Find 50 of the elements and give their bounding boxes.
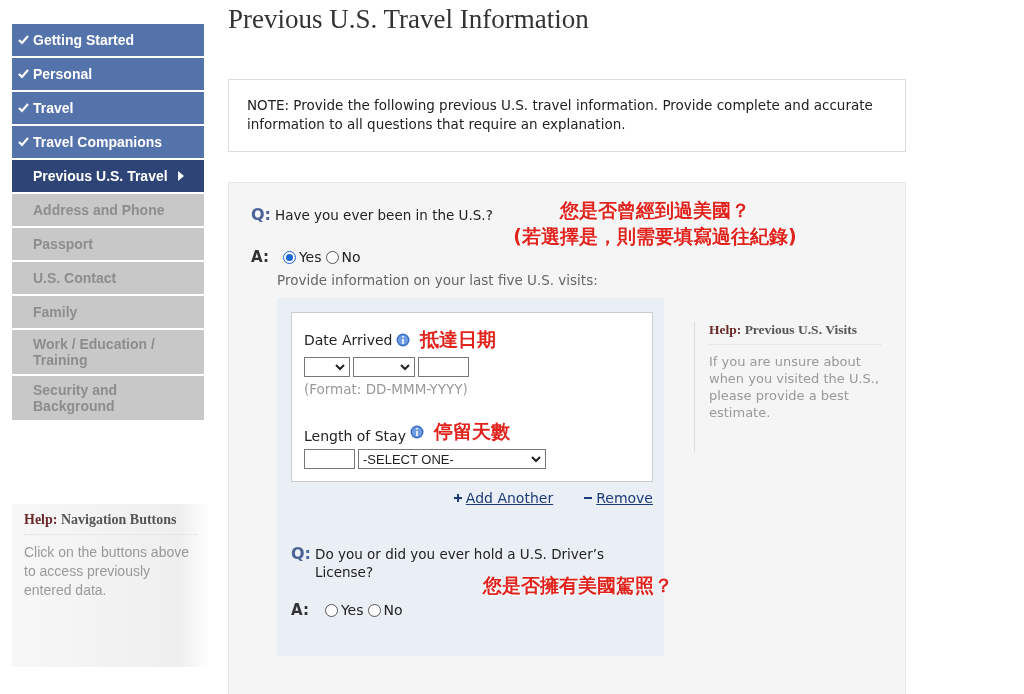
option-label: No: [341, 249, 361, 265]
answer-label: A:: [251, 248, 269, 266]
checkmark-icon: [18, 69, 29, 79]
instruction-text: Provide information on your last five U.S. visits:: [277, 272, 599, 288]
option-label: Yes: [298, 249, 322, 265]
month-dropdown[interactable]: [353, 357, 415, 377]
plus-icon: [452, 493, 463, 503]
nav-button[interactable]: Travel Companions: [12, 126, 204, 158]
format-hint: (Format: DD-MMM-YYYY): [304, 381, 469, 397]
nav-button[interactable]: Personal: [12, 58, 204, 90]
nav-button[interactable]: Previous U.S. Travel: [12, 160, 204, 192]
nav-button[interactable]: Getting Started: [12, 24, 204, 56]
question-label: Q:: [291, 544, 311, 563]
field-label: Length of Stay: [304, 428, 406, 444]
radio-button[interactable]: [325, 250, 339, 264]
page-title: Previous U.S. Travel Information: [228, 4, 590, 36]
field-label: Date Arrived: [304, 332, 393, 348]
info-icon[interactable]: [396, 333, 411, 347]
help-text: Click on the buttons above to access previously entered data.: [24, 543, 189, 600]
option-label: Yes: [340, 602, 364, 618]
info-icon[interactable]: [409, 425, 424, 439]
answer-label: A:: [291, 601, 309, 619]
checkmark-icon: [18, 137, 29, 147]
year-input[interactable]: [418, 357, 469, 377]
action-link[interactable]: Add Another: [465, 490, 554, 506]
action-link[interactable]: Remove: [596, 490, 653, 506]
annotation-text: (若選擇是，則需要填寫過往紀錄): [513, 224, 797, 249]
help-title: Help: Navigation Buttons: [24, 512, 198, 535]
unit-dropdown[interactable]: -SELECT ONE-: [358, 449, 546, 469]
annotation-text: 您是否曾經到過美國？: [560, 198, 750, 223]
arrow-icon: [177, 171, 184, 181]
checkmark-icon: [18, 103, 29, 113]
annotation-text: 抵達日期: [420, 327, 497, 352]
help-text: If you are unsure about when you visited the U.S., please provide a best estimate.: [709, 353, 881, 421]
radio-button[interactable]: [282, 250, 296, 264]
caret-icon: [400, 363, 410, 371]
note-text: NOTE: Provide the following previous U.S. travel information. Provide complete and accurate information to all questions that require an explanation.: [228, 79, 906, 152]
nav-button[interactable]: Travel: [12, 92, 204, 124]
question-label: Q:: [251, 205, 271, 224]
caret-icon: [531, 455, 541, 463]
day-dropdown[interactable]: [304, 357, 350, 377]
length-input[interactable]: [304, 449, 355, 469]
caret-icon: [335, 363, 345, 371]
radio-button[interactable]: [324, 603, 338, 617]
radio-button[interactable]: [367, 603, 381, 617]
question-text: Have you ever been in the U.S.?: [275, 207, 493, 223]
checkmark-icon: [18, 35, 29, 45]
help-title: Help: Previous U.S. Visits: [709, 322, 881, 345]
option-label: No: [383, 602, 403, 618]
annotation-text: 停留天數: [433, 419, 510, 444]
